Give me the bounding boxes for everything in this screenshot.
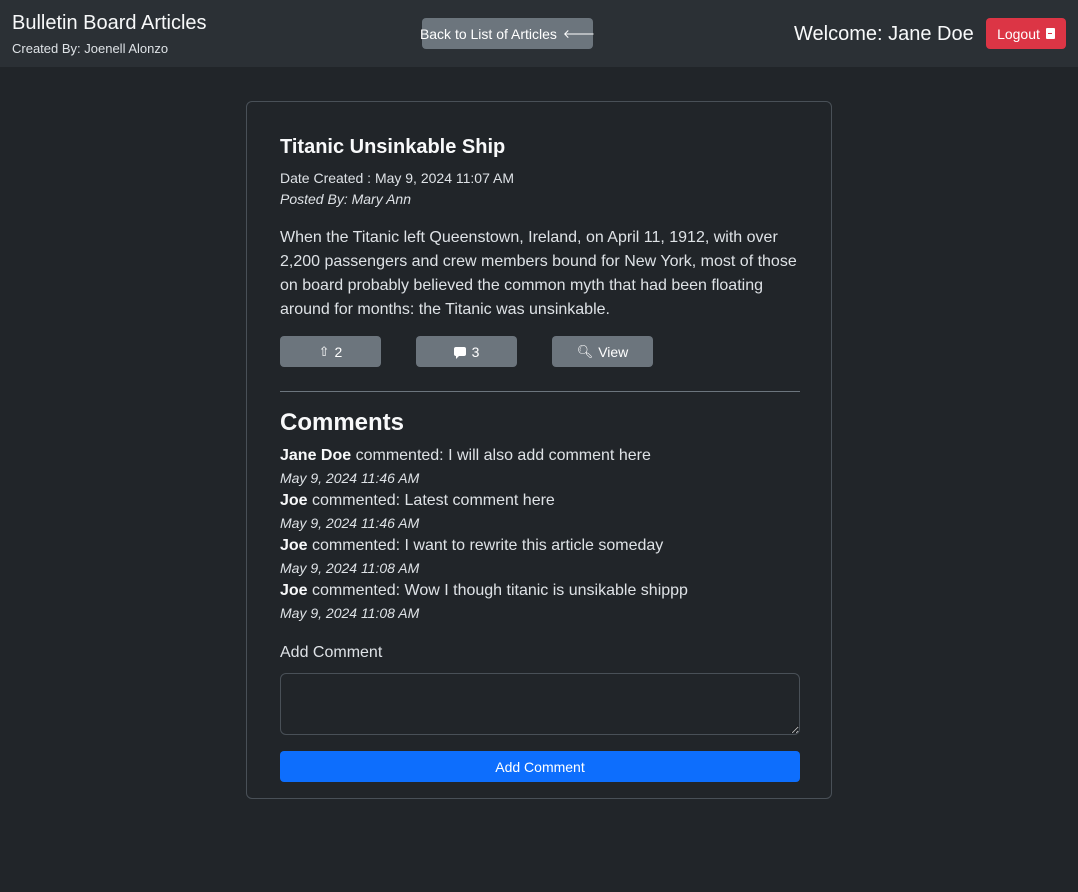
view-button[interactable]: 🔍︎ View — [552, 336, 653, 367]
search-icon: 🔍︎ — [576, 343, 594, 359]
comment-item: Jane Doe commented: I will also add comm… — [280, 447, 800, 486]
comment-author: Joe — [280, 492, 308, 509]
article-author: Posted By: Mary Ann — [280, 191, 411, 207]
app-subtitle: Created By: Joenell Alonzo — [12, 41, 169, 56]
logout-label: Logout — [997, 25, 1040, 42]
comment-author: Joe — [280, 582, 308, 599]
arrow-up-icon: ⇧ — [318, 343, 330, 359]
article-title: Titanic Unsinkable Ship — [280, 136, 506, 158]
comment-item: Joe commented: I want to rewrite this ar… — [280, 537, 800, 576]
comment-text: I will also add comment here — [448, 447, 651, 464]
comments-heading: Comments — [280, 409, 405, 436]
comment-item: Joe commented: Wow I though titanic is u… — [280, 582, 800, 621]
comment-time: May 9, 2024 11:08 AM — [280, 560, 420, 576]
divider — [280, 391, 800, 392]
arrow-left-icon: 🡐 — [562, 27, 596, 41]
comment-item: Joe commented: Latest comment here May 9… — [280, 492, 800, 531]
comment-verb: commented: — [351, 447, 449, 464]
comment-verb: commented: — [307, 492, 405, 509]
add-comment-label: Add Comment — [280, 644, 383, 661]
article-card: Titanic Unsinkable Ship Date Created : M… — [246, 101, 832, 799]
back-button-label: Back to List of Articles — [419, 25, 557, 42]
comment-verb: commented: — [307, 582, 405, 599]
add-comment-button-label: Add Comment — [495, 758, 585, 775]
add-comment-button[interactable]: Add Comment — [280, 751, 800, 782]
comment-author: Jane Doe — [280, 447, 352, 464]
comment-time: May 9, 2024 11:46 AM — [280, 470, 420, 486]
upvote-count: 2 — [334, 343, 343, 360]
comment-time: May 9, 2024 11:08 AM — [280, 605, 420, 621]
top-navbar: Bulletin Board Articles Created By: Joen… — [0, 0, 1078, 67]
comment-text: I want to rewrite this article someday — [404, 537, 664, 554]
comment-text: Latest comment here — [404, 492, 555, 509]
upvote-button[interactable]: ⇧ 2 — [280, 336, 381, 367]
comment-time: May 9, 2024 11:46 AM — [280, 515, 420, 531]
welcome-message: Welcome: Jane Doe — [794, 23, 974, 45]
article-date: Date Created : May 9, 2024 11:07 AM — [280, 170, 514, 186]
comment-text: Wow I though titanic is unsikable shippp — [404, 582, 688, 599]
door-icon — [1045, 28, 1055, 39]
comment-count: 3 — [471, 343, 480, 360]
logout-button[interactable]: Logout — [986, 18, 1066, 49]
app-title: Bulletin Board Articles — [12, 12, 207, 34]
comment-textarea[interactable] — [280, 673, 800, 735]
chat-icon — [453, 347, 466, 359]
comment-verb: commented: — [307, 537, 405, 554]
article-body: When the Titanic left Queenstown, Irelan… — [280, 229, 797, 318]
view-label: View — [598, 343, 629, 360]
comment-author: Joe — [280, 537, 308, 554]
comments-count-button[interactable]: 3 — [416, 336, 517, 367]
back-to-list-button[interactable]: Back to List of Articles 🡐 — [419, 18, 596, 49]
